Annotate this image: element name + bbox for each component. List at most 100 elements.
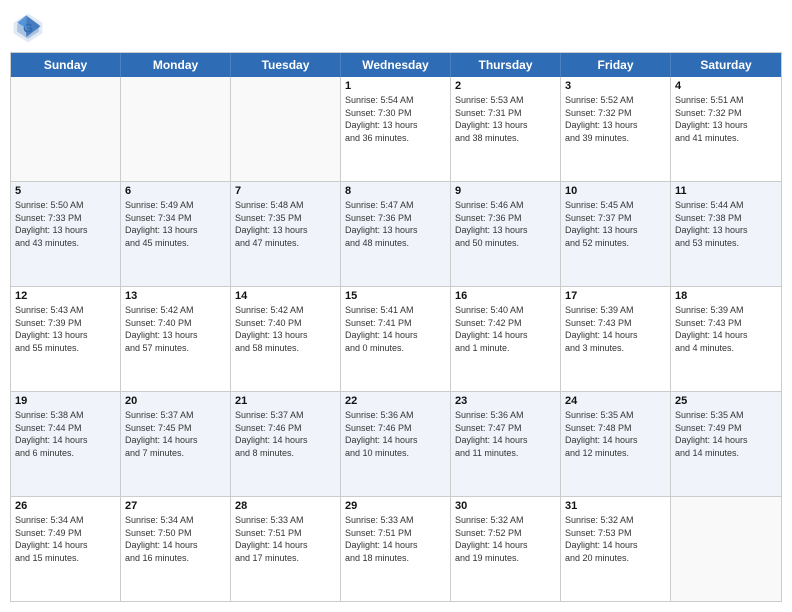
day-cell-22: 22 Sunrise: 5:36 AM Sunset: 7:46 PM Dayli… [341, 392, 451, 496]
day-cell-31: 31 Sunrise: 5:32 AM Sunset: 7:53 PM Dayli… [561, 497, 671, 601]
day-number: 19 [15, 395, 116, 407]
day-cell-empty-0-1 [121, 77, 231, 181]
day-number: 9 [455, 185, 556, 197]
day-info: Sunrise: 5:40 AM Sunset: 7:42 PM Dayligh… [455, 304, 556, 354]
day-number: 30 [455, 500, 556, 512]
day-cell-3: 3Sunrise: 5:52 AM Sunset: 7:32 PM Daylig… [561, 77, 671, 181]
day-number: 12 [15, 290, 116, 302]
day-info: Sunrise: 5:53 AM Sunset: 7:31 PM Dayligh… [455, 94, 556, 144]
day-number: 15 [345, 290, 446, 302]
day-info: Sunrise: 5:47 AM Sunset: 7:36 PM Dayligh… [345, 199, 446, 249]
day-cell-9: 9Sunrise: 5:46 AM Sunset: 7:36 PM Daylig… [451, 182, 561, 286]
day-number: 11 [675, 185, 777, 197]
day-cell-10: 10Sunrise: 5:45 AM Sunset: 7:37 PM Dayli… [561, 182, 671, 286]
day-info: Sunrise: 5:37 AM Sunset: 7:46 PM Dayligh… [235, 409, 336, 459]
header: G [10, 10, 782, 46]
day-cell-6: 6Sunrise: 5:49 AM Sunset: 7:34 PM Daylig… [121, 182, 231, 286]
day-info: Sunrise: 5:39 AM Sunset: 7:43 PM Dayligh… [565, 304, 666, 354]
day-number: 7 [235, 185, 336, 197]
logo-icon: G [10, 10, 46, 46]
day-number: 20 [125, 395, 226, 407]
day-header-monday: Monday [121, 53, 231, 77]
day-info: Sunrise: 5:42 AM Sunset: 7:40 PM Dayligh… [125, 304, 226, 354]
day-info: Sunrise: 5:36 AM Sunset: 7:47 PM Dayligh… [455, 409, 556, 459]
day-cell-8: 8 Sunrise: 5:47 AM Sunset: 7:36 PM Daylig… [341, 182, 451, 286]
day-number: 28 [235, 500, 336, 512]
day-info: Sunrise: 5:36 AM Sunset: 7:46 PM Dayligh… [345, 409, 446, 459]
week-row-4: 19 Sunrise: 5:38 AM Sunset: 7:44 PM Dayli… [11, 391, 781, 496]
day-info: Sunrise: 5:32 AM Sunset: 7:53 PM Dayligh… [565, 514, 666, 564]
page: G SundayMondayTuesdayWednesdayThursdayFr… [0, 0, 792, 612]
day-info: Sunrise: 5:41 AM Sunset: 7:41 PM Dayligh… [345, 304, 446, 354]
day-header-friday: Friday [561, 53, 671, 77]
day-cell-27: 27 Sunrise: 5:34 AM Sunset: 7:50 PM Dayli… [121, 497, 231, 601]
week-row-5: 26Sunrise: 5:34 AM Sunset: 7:49 PM Dayli… [11, 496, 781, 601]
day-number: 31 [565, 500, 666, 512]
day-info: Sunrise: 5:33 AM Sunset: 7:51 PM Dayligh… [345, 514, 446, 564]
day-header-wednesday: Wednesday [341, 53, 451, 77]
day-number: 3 [565, 80, 666, 92]
day-cell-1: 1 Sunrise: 5:54 AM Sunset: 7:30 PM Daylig… [341, 77, 451, 181]
day-info: Sunrise: 5:51 AM Sunset: 7:32 PM Dayligh… [675, 94, 777, 144]
day-cell-26: 26Sunrise: 5:34 AM Sunset: 7:49 PM Dayli… [11, 497, 121, 601]
day-header-sunday: Sunday [11, 53, 121, 77]
day-cell-28: 28Sunrise: 5:33 AM Sunset: 7:51 PM Dayli… [231, 497, 341, 601]
week-row-2: 5Sunrise: 5:50 AM Sunset: 7:33 PM Daylig… [11, 181, 781, 286]
day-info: Sunrise: 5:37 AM Sunset: 7:45 PM Dayligh… [125, 409, 226, 459]
day-number: 17 [565, 290, 666, 302]
week-row-1: 1 Sunrise: 5:54 AM Sunset: 7:30 PM Daylig… [11, 77, 781, 181]
day-number: 16 [455, 290, 556, 302]
week-row-3: 12 Sunrise: 5:43 AM Sunset: 7:39 PM Dayli… [11, 286, 781, 391]
day-header-saturday: Saturday [671, 53, 781, 77]
day-header-thursday: Thursday [451, 53, 561, 77]
day-number: 13 [125, 290, 226, 302]
day-cell-empty-0-2 [231, 77, 341, 181]
day-cell-25: 25Sunrise: 5:35 AM Sunset: 7:49 PM Dayli… [671, 392, 781, 496]
day-cell-12: 12 Sunrise: 5:43 AM Sunset: 7:39 PM Dayli… [11, 287, 121, 391]
day-cell-empty-0-0 [11, 77, 121, 181]
day-number: 14 [235, 290, 336, 302]
day-cell-13: 13 Sunrise: 5:42 AM Sunset: 7:40 PM Dayli… [121, 287, 231, 391]
day-number: 2 [455, 80, 556, 92]
day-info: Sunrise: 5:54 AM Sunset: 7:30 PM Dayligh… [345, 94, 446, 144]
day-number: 29 [345, 500, 446, 512]
day-info: Sunrise: 5:45 AM Sunset: 7:37 PM Dayligh… [565, 199, 666, 249]
day-cell-11: 11 Sunrise: 5:44 AM Sunset: 7:38 PM Dayli… [671, 182, 781, 286]
day-cell-29: 29 Sunrise: 5:33 AM Sunset: 7:51 PM Dayli… [341, 497, 451, 601]
day-number: 18 [675, 290, 777, 302]
day-cell-17: 17 Sunrise: 5:39 AM Sunset: 7:43 PM Dayli… [561, 287, 671, 391]
day-number: 1 [345, 80, 446, 92]
day-info: Sunrise: 5:32 AM Sunset: 7:52 PM Dayligh… [455, 514, 556, 564]
day-info: Sunrise: 5:43 AM Sunset: 7:39 PM Dayligh… [15, 304, 116, 354]
day-cell-24: 24 Sunrise: 5:35 AM Sunset: 7:48 PM Dayli… [561, 392, 671, 496]
day-cell-21: 21 Sunrise: 5:37 AM Sunset: 7:46 PM Dayli… [231, 392, 341, 496]
day-cell-7: 7 Sunrise: 5:48 AM Sunset: 7:35 PM Daylig… [231, 182, 341, 286]
day-number: 23 [455, 395, 556, 407]
day-info: Sunrise: 5:42 AM Sunset: 7:40 PM Dayligh… [235, 304, 336, 354]
day-cell-4: 4 Sunrise: 5:51 AM Sunset: 7:32 PM Daylig… [671, 77, 781, 181]
day-info: Sunrise: 5:38 AM Sunset: 7:44 PM Dayligh… [15, 409, 116, 459]
day-number: 4 [675, 80, 777, 92]
day-cell-2: 2 Sunrise: 5:53 AM Sunset: 7:31 PM Daylig… [451, 77, 561, 181]
day-info: Sunrise: 5:34 AM Sunset: 7:49 PM Dayligh… [15, 514, 116, 564]
day-number: 25 [675, 395, 777, 407]
calendar-body: 1 Sunrise: 5:54 AM Sunset: 7:30 PM Daylig… [11, 77, 781, 601]
day-number: 22 [345, 395, 446, 407]
day-info: Sunrise: 5:48 AM Sunset: 7:35 PM Dayligh… [235, 199, 336, 249]
day-number: 21 [235, 395, 336, 407]
day-cell-20: 20 Sunrise: 5:37 AM Sunset: 7:45 PM Dayli… [121, 392, 231, 496]
day-cell-23: 23 Sunrise: 5:36 AM Sunset: 7:47 PM Dayli… [451, 392, 561, 496]
day-info: Sunrise: 5:44 AM Sunset: 7:38 PM Dayligh… [675, 199, 777, 249]
day-info: Sunrise: 5:49 AM Sunset: 7:34 PM Dayligh… [125, 199, 226, 249]
day-cell-14: 14 Sunrise: 5:42 AM Sunset: 7:40 PM Dayli… [231, 287, 341, 391]
day-info: Sunrise: 5:39 AM Sunset: 7:43 PM Dayligh… [675, 304, 777, 354]
day-number: 5 [15, 185, 116, 197]
day-header-tuesday: Tuesday [231, 53, 341, 77]
day-info: Sunrise: 5:34 AM Sunset: 7:50 PM Dayligh… [125, 514, 226, 564]
day-info: Sunrise: 5:35 AM Sunset: 7:48 PM Dayligh… [565, 409, 666, 459]
day-cell-19: 19 Sunrise: 5:38 AM Sunset: 7:44 PM Dayli… [11, 392, 121, 496]
day-cell-16: 16 Sunrise: 5:40 AM Sunset: 7:42 PM Dayli… [451, 287, 561, 391]
day-number: 24 [565, 395, 666, 407]
day-number: 8 [345, 185, 446, 197]
day-number: 27 [125, 500, 226, 512]
